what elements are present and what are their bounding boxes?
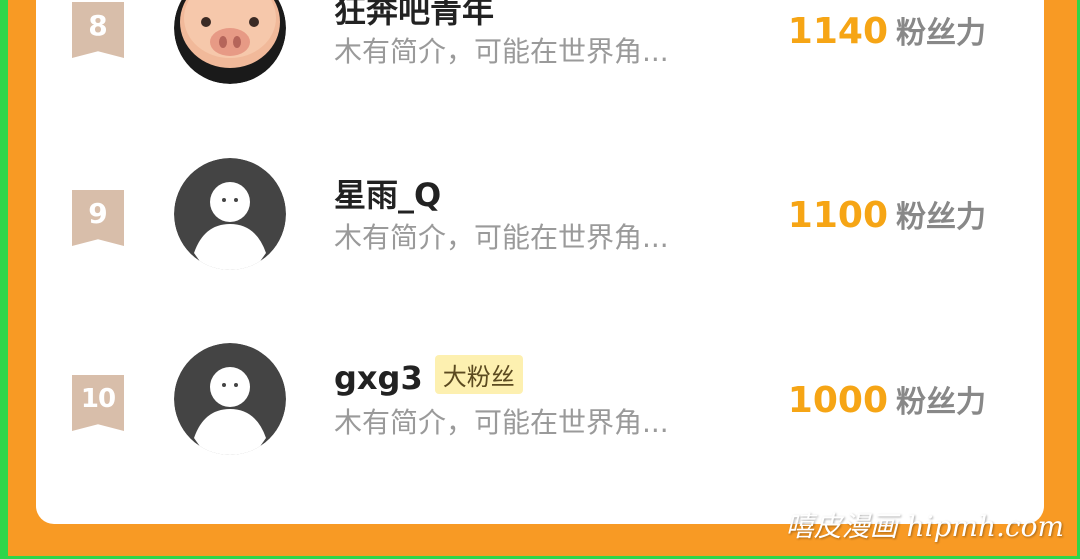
user-name[interactable]: 星雨_Q (334, 170, 441, 216)
fan-power-unit: 粉丝力 (896, 385, 986, 420)
user-name-with-badge[interactable]: gxg3 大粉丝 (334, 355, 523, 397)
ranking-row[interactable]: 9 星雨_Q 木有简介，可能在世界角... 1100 粉丝力 (36, 156, 1044, 276)
ranking-card: 8 狂奔吧青年 木有简介，可能在世界角... 1140 粉丝力 9 星雨_Q 木… (36, 0, 1044, 524)
user-bio: 木有简介，可能在世界角... (334, 406, 669, 439)
rank-ribbon: 10 (72, 375, 124, 431)
fan-power-score: 1140 粉丝力 (788, 8, 986, 52)
rank-ribbon: 9 (72, 190, 124, 246)
fan-power-score: 1100 粉丝力 (788, 192, 986, 236)
user-bio: 木有简介，可能在世界角... (334, 35, 669, 68)
fan-power-value: 1000 (787, 380, 888, 421)
default-avatar-icon[interactable] (174, 343, 286, 455)
left-edge-strip (0, 0, 8, 559)
fan-power-unit: 粉丝力 (896, 200, 986, 235)
ranking-row[interactable]: 10 gxg3 大粉丝 木有简介，可能在世界角... 1000 粉丝力 (36, 341, 1044, 461)
default-avatar-icon[interactable] (174, 158, 286, 270)
fan-power-score: 1000 粉丝力 (788, 377, 986, 421)
fan-level-badge: 大粉丝 (434, 355, 523, 394)
site-watermark: 嘻皮漫画 hipmh.com (785, 510, 1064, 543)
user-name[interactable]: gxg3 (334, 359, 423, 397)
user-name[interactable]: 狂奔吧青年 (334, 0, 494, 32)
pig-avatar-icon[interactable] (174, 0, 286, 84)
fan-power-value: 1100 (787, 195, 888, 236)
fan-power-unit: 粉丝力 (896, 16, 986, 51)
ranking-row[interactable]: 8 狂奔吧青年 木有简介，可能在世界角... 1140 粉丝力 (36, 0, 1044, 92)
user-bio: 木有简介，可能在世界角... (334, 221, 669, 254)
rank-ribbon: 8 (72, 2, 124, 58)
fan-power-value: 1140 (787, 11, 888, 52)
